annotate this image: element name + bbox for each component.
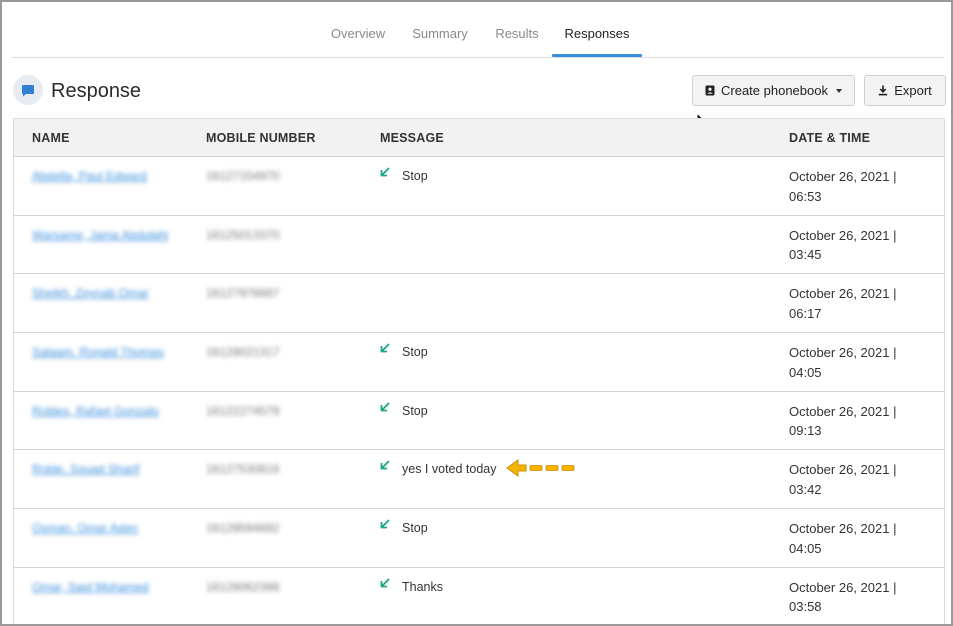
create-phonebook-label: Create phonebook [721,83,828,98]
contact-name-link[interactable]: Omar, Said Mohamed [32,578,182,597]
table-row: Salaam, Ronald Thomas 16128021317 Stop O… [14,333,944,392]
message-text: Stop [402,403,428,418]
contact-name-link[interactable]: Robles, Rafael Gonzalo [32,402,182,421]
incoming-arrow-icon [380,578,390,588]
tab-responses[interactable]: Responses [552,26,642,57]
table-row: Warsame, Jama Abdulahi 16125013370 Octob… [14,216,944,275]
mobile-number: 16128594682 [206,521,280,536]
phonebook-icon [705,85,715,96]
annotation-arrow-icon [506,459,575,478]
message-text: yes I voted today [402,462,497,477]
message-text: Stop [402,521,428,536]
contact-name-link[interactable]: Abdella, Paul Edward [32,167,182,186]
export-label: Export [894,83,932,98]
incoming-arrow-icon [380,519,390,529]
table-header: NAME MOBILE NUMBER MESSAGE DATE & TIME [14,118,944,157]
mobile-number: 16128021317 [206,345,280,360]
column-header-message[interactable]: MESSAGE [380,131,444,145]
mobile-number: 16127154970 [206,169,280,183]
date-time: October 26, 2021 | 04:05 [789,521,897,556]
date-time: October 26, 2021 | 03:45 [789,227,897,263]
tab-bar: Overview Summary Results Responses [12,2,944,58]
column-header-name[interactable]: NAME [32,131,70,145]
export-button[interactable]: Export [864,75,946,106]
table-row: Osman, Omar Aden 16128594682 Stop Octobe… [14,509,944,568]
column-header-date[interactable]: DATE & TIME [789,131,870,145]
contact-name-link[interactable]: Warsame, Jama Abdulahi [32,226,182,245]
app-window: Overview Summary Results Responses Respo… [0,0,953,626]
mobile-number: 16127976667 [206,286,280,301]
page-title: Response [51,80,142,102]
message-text: Stop [402,169,428,183]
table-row: Omar, Said Mohamed 16128062388 Thanks Oc… [14,568,944,624]
contact-name-link[interactable]: Roble, Souad Sharif [32,460,182,479]
message-text: Stop [402,345,428,360]
tab-overview[interactable]: Overview [328,26,388,56]
mobile-number: 16122274579 [206,403,280,418]
table-row: Abdella, Paul Edward 16127154970 Stop Oc… [14,157,944,216]
download-icon [879,85,888,96]
date-time: October 26, 2021 | 06:17 [789,286,897,321]
incoming-arrow-icon [380,402,390,412]
date-time: October 26, 2021 | 03:42 [789,462,897,497]
table-row: Sheikh, Zeynab Omar 16127976667 October … [14,274,944,334]
table-row: Robles, Rafael Gonzalo 16122274579 Stop … [14,392,944,451]
mobile-number: 16127530816 [206,462,280,477]
incoming-arrow-icon [380,343,390,353]
message-text: Thanks [402,579,443,594]
incoming-arrow-icon [380,167,390,177]
column-header-mobile[interactable]: MOBILE NUMBER [206,131,316,145]
create-phonebook-button[interactable]: Create phonebook [692,75,855,106]
date-time: October 26, 2021 | 06:53 [789,169,897,204]
incoming-arrow-icon [380,460,390,470]
mobile-number: 16125013370 [206,227,280,242]
date-time: October 26, 2021 | 03:58 [789,579,897,615]
tab-summary[interactable]: Summary [409,26,471,56]
date-time: October 26, 2021 | 04:05 [789,345,897,380]
contact-name-link[interactable]: Salaam, Ronald Thomas [32,343,182,362]
mobile-number: 16128062388 [206,579,280,594]
tab-results[interactable]: Results [493,26,541,56]
date-time: October 26, 2021 | 09:13 [789,403,897,439]
contact-name-link[interactable]: Osman, Omar Aden [32,519,182,538]
responses-table: NAME MOBILE NUMBER MESSAGE DATE & TIME A… [13,118,945,624]
chat-bubble-icon [13,75,43,105]
contact-name-link[interactable]: Sheikh, Zeynab Omar [32,284,182,303]
table-row: Roble, Souad Sharif 16127530816 yes I vo… [14,450,944,510]
chevron-down-icon [835,88,842,93]
